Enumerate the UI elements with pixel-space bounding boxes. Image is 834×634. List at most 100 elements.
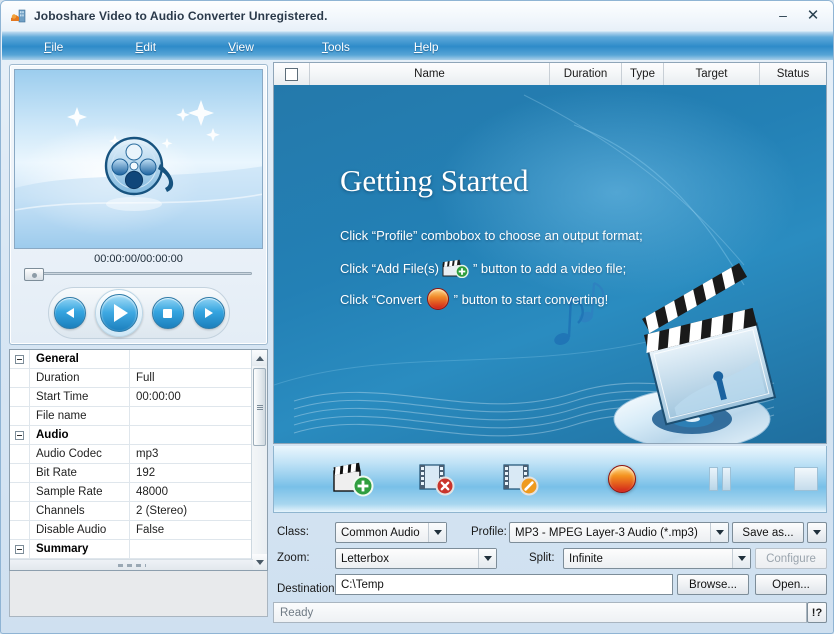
property-row[interactable]: Audio	[10, 426, 267, 445]
property-name: Channels	[30, 502, 130, 520]
scroll-down-button[interactable]	[252, 554, 267, 570]
previous-button[interactable]	[53, 297, 86, 329]
expander-toggle[interactable]	[10, 540, 30, 558]
clear-list-button[interactable]	[492, 457, 552, 501]
time-display: 00:00:00/00:00:00	[94, 253, 183, 265]
collapse-icon	[15, 544, 24, 554]
getting-started-line-3a: Click “Convert	[340, 291, 422, 307]
select-all-checkbox[interactable]	[285, 67, 298, 81]
clear-list-icon	[503, 464, 539, 496]
property-grid-scrollbar[interactable]	[251, 350, 267, 570]
split-combobox[interactable]: Infinite	[563, 548, 751, 569]
class-value: Common Audio	[341, 526, 420, 539]
property-value[interactable]	[130, 407, 267, 425]
property-row[interactable]: Disable Audio False	[10, 521, 267, 540]
seek-track	[34, 272, 252, 275]
stop-button[interactable]	[151, 297, 184, 329]
minimize-button[interactable]: –	[769, 4, 797, 26]
chevron-down-icon[interactable]	[710, 523, 728, 542]
expander-toggle[interactable]	[10, 350, 30, 368]
remove-file-button[interactable]	[408, 457, 468, 501]
stop-convert-button[interactable]	[776, 457, 834, 501]
scrollbar-thumb[interactable]	[253, 368, 266, 446]
class-combobox[interactable]: Common Audio	[335, 522, 447, 543]
zoom-combobox[interactable]: Letterbox	[335, 548, 497, 569]
property-name: Summary	[30, 540, 130, 558]
getting-started-line-2: Click “Add File(s) ” button to add a vid…	[340, 258, 626, 279]
property-row[interactable]: Start Time 00:00:00	[10, 388, 267, 407]
property-value[interactable]: mp3	[130, 445, 267, 463]
menu-item-tools[interactable]: Tools	[312, 37, 360, 57]
video-preview-area[interactable]	[14, 69, 263, 249]
select-all-header[interactable]	[274, 63, 310, 85]
status-bar: Ready	[273, 602, 807, 623]
property-value[interactable]: 192	[130, 464, 267, 482]
menu-item-view[interactable]: View	[218, 37, 264, 57]
row-indent	[10, 464, 30, 482]
chevron-down-icon[interactable]	[732, 549, 750, 568]
chevron-down-icon[interactable]	[478, 549, 496, 568]
menu-item-edit[interactable]: Edit	[125, 37, 166, 57]
play-button[interactable]	[94, 289, 143, 337]
property-row[interactable]: General	[10, 350, 267, 369]
column-header-name[interactable]: Name	[310, 63, 550, 85]
application-window: Joboshare Video to Audio Converter Unreg…	[0, 0, 834, 634]
collapse-icon	[15, 430, 24, 440]
property-value[interactable]: 00:00:00	[130, 388, 267, 406]
property-row[interactable]: Bit Rate 192	[10, 464, 267, 483]
property-value[interactable]: 48000	[130, 483, 267, 501]
collapse-icon	[15, 354, 24, 364]
property-value[interactable]	[130, 350, 267, 368]
remove-file-icon	[419, 464, 455, 496]
property-value[interactable]	[130, 540, 267, 558]
menu-item-help[interactable]: Help	[404, 37, 449, 57]
column-header-status[interactable]: Status	[760, 63, 826, 85]
property-name: Start Time	[30, 388, 130, 406]
open-button[interactable]: Open...	[755, 574, 827, 595]
property-row[interactable]: Channels 2 (Stereo)	[10, 502, 267, 521]
save-as-dropdown-button[interactable]	[807, 522, 827, 543]
column-header-duration[interactable]: Duration	[550, 63, 622, 85]
caret-up-icon	[255, 355, 264, 361]
chevron-down-icon[interactable]	[428, 523, 446, 542]
property-grid-hscrollbar[interactable]	[10, 559, 253, 570]
expander-toggle[interactable]	[10, 426, 30, 444]
chevron-down-icon	[813, 530, 821, 535]
property-row[interactable]: Duration Full	[10, 369, 267, 388]
row-indent	[10, 407, 30, 425]
seek-bar[interactable]	[24, 268, 256, 281]
column-header-type[interactable]: Type	[622, 63, 664, 85]
title-bar: Joboshare Video to Audio Converter Unreg…	[1, 1, 833, 31]
file-list-body[interactable]: Getting Started Click “Profile” combobox…	[274, 85, 826, 443]
property-row[interactable]: Audio Codec mp3	[10, 445, 267, 464]
column-header-target[interactable]: Target	[664, 63, 760, 85]
profile-combobox[interactable]: MP3 - MPEG Layer-3 Audio (*.mp3)	[509, 522, 729, 543]
add-file-inline-icon	[442, 258, 470, 279]
configure-button[interactable]: Configure	[755, 548, 827, 569]
property-grid[interactable]: General Duration Full Start Time 00:00:00 Fil…	[9, 349, 268, 571]
property-value[interactable]: Full	[130, 369, 267, 387]
convert-button[interactable]	[592, 457, 652, 501]
add-file-button[interactable]	[324, 457, 384, 501]
property-name: Sample Rate	[30, 483, 130, 501]
save-as-button[interactable]: Save as...	[732, 522, 804, 543]
property-value[interactable]: False	[130, 521, 267, 539]
property-name: Bit Rate	[30, 464, 130, 482]
property-value[interactable]: 2 (Stereo)	[130, 502, 267, 520]
menu-item-file[interactable]: File	[34, 37, 73, 57]
scroll-up-button[interactable]	[252, 350, 267, 366]
browse-button[interactable]: Browse...	[677, 574, 749, 595]
help-button[interactable]: !?	[807, 602, 827, 623]
property-row[interactable]: Summary	[10, 540, 267, 559]
pause-button[interactable]	[690, 457, 750, 501]
next-button[interactable]	[192, 297, 225, 329]
destination-input[interactable]: C:\Temp	[335, 574, 673, 595]
property-value[interactable]	[130, 426, 267, 444]
row-indent	[10, 521, 30, 539]
file-list-header: Name Duration Type Target Status	[274, 63, 826, 85]
close-button[interactable]: ✕	[799, 4, 827, 26]
property-row[interactable]: File name	[10, 407, 267, 426]
property-row[interactable]: Sample Rate 48000	[10, 483, 267, 502]
arrow-right-icon	[204, 308, 213, 318]
seek-thumb[interactable]	[24, 268, 44, 281]
